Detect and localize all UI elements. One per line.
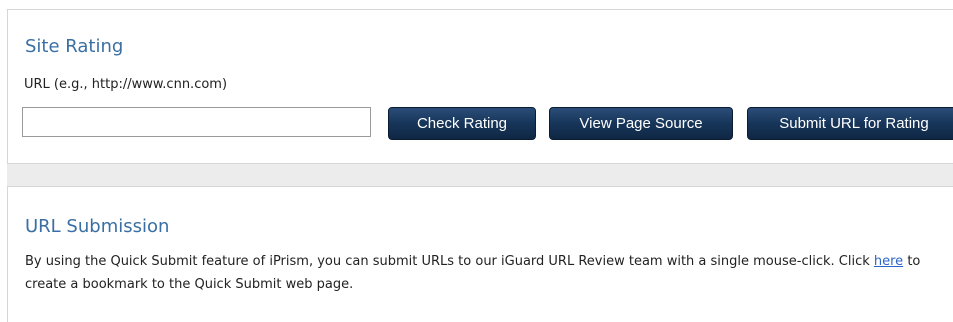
url-input[interactable] xyxy=(22,107,371,137)
description-text-before: By using the Quick Submit feature of iPr… xyxy=(25,254,874,269)
here-link[interactable]: here xyxy=(874,254,903,269)
site-rating-panel: Site Rating URL (e.g., http://www.cnn.co… xyxy=(7,9,953,164)
site-rating-title: Site Rating xyxy=(25,36,124,57)
url-submission-description: By using the Quick Submit feature of iPr… xyxy=(25,250,925,296)
url-label: URL (e.g., http://www.cnn.com) xyxy=(24,77,228,92)
url-submission-title: URL Submission xyxy=(25,216,170,237)
page: Site Rating URL (e.g., http://www.cnn.co… xyxy=(0,0,953,322)
view-page-source-button[interactable]: View Page Source xyxy=(549,107,733,140)
section-divider xyxy=(7,164,953,186)
submit-url-for-rating-button[interactable]: Submit URL for Rating xyxy=(747,107,953,140)
check-rating-button[interactable]: Check Rating xyxy=(388,107,536,140)
url-submission-panel: URL Submission By using the Quick Submit… xyxy=(7,186,953,322)
